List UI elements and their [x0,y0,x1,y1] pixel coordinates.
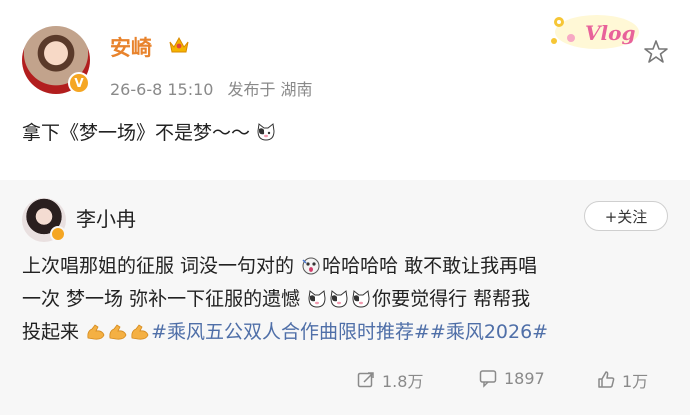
repost-text-segment: 你要觉得行 帮帮我 [372,288,531,310]
repost-icon [357,372,374,388]
hashtag-link[interactable]: #乘风2026# [430,321,548,343]
repost-text-segment: 上次唱那姐的征服 词没一句对的 [22,255,295,277]
post-text: 拿下《梦一场》不是梦～～ [22,118,276,145]
post-text-content: 拿下《梦一场》不是梦～～ [22,122,251,144]
comment-count: 1897 [504,368,545,388]
repost-count: 1.8万 [382,372,424,391]
repost-action[interactable]: 1.8万 [356,368,423,392]
like-icon [598,371,615,388]
vlog-sticker-icon[interactable]: Vlog [545,8,641,54]
follow-button[interactable]: +关注 [584,201,668,231]
repost-text-segment: 哈哈哈哈 敢不敢让我再唱 [322,255,538,277]
like-action[interactable]: 1万 [596,368,648,392]
post-meta: 26-6-8 15:10 发布于 湖南 [110,76,327,100]
repost-text: 上次唱那姐的征服 词没一句对的 哈哈哈哈 敢不敢让我再唱 一次 梦一场 弥补一下… [22,250,672,349]
muscle-emoji-icon [109,324,127,340]
repost-line-3: 投起来 #乘风五公双人合作曲限时推荐##乘风2026# [22,316,672,349]
repost-text-segment: 投起来 [22,321,80,343]
crown-icon [169,36,189,53]
comment-action[interactable]: 1897 [478,368,545,388]
action-bar: 1.8万 1897 1万 [0,364,690,398]
hashtag-link[interactable]: #乘风五公双人合作曲限时推荐# [151,321,430,343]
verified-icon: V [68,72,90,94]
repost-text-segment: 一次 梦一场 弥补一下征服的遗憾 [22,288,301,310]
cat-emoji-icon [257,123,275,141]
repost-line-1: 上次唱那姐的征服 词没一句对的 哈哈哈哈 敢不敢让我再唱 [22,250,672,283]
muscle-emoji-icon [87,324,105,340]
like-count: 1万 [622,372,649,391]
repost-line-2: 一次 梦一场 弥补一下征服的遗憾 你要觉得行 帮帮我 [22,283,672,316]
cat-emoji-icon [330,290,348,308]
muscle-emoji-icon [131,324,149,340]
surprised-emoji-icon [302,257,320,275]
post-location: 发布于 湖南 [227,80,313,99]
cat-emoji-icon [352,290,370,308]
author-name[interactable]: 安崎 [110,32,152,62]
cat-emoji-icon [308,290,326,308]
repost-author-name[interactable]: 李小冉 [76,203,136,232]
verified-icon [50,226,66,242]
comment-icon [479,370,497,388]
star-icon[interactable] [642,38,670,66]
post-time: 26-6-8 15:10 [110,80,214,99]
svg-text:Vlog: Vlog [585,21,635,45]
